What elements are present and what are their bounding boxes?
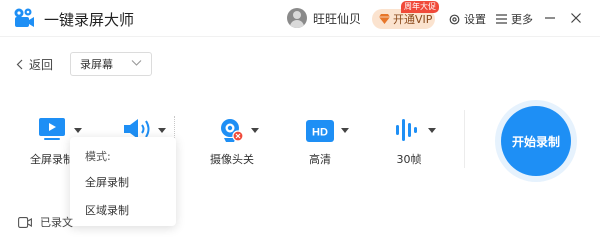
app-window: 一键录屏大师 旺旺仙贝 开通VIP 周年大促 设置 更多 返回 录屏幕 全屏录制… xyxy=(0,0,600,243)
menu-icon xyxy=(496,14,507,24)
hd-quality-icon: HD xyxy=(306,120,334,142)
username: 旺旺仙贝 xyxy=(313,11,362,26)
menu-heading: 模式: xyxy=(85,150,111,163)
menu-item-fullscreen[interactable]: 全屏录制 xyxy=(70,170,176,194)
quality-tool[interactable]: HD xyxy=(306,120,334,146)
record-mode-menu: 模式: 全屏录制 区域录制 xyxy=(70,137,176,226)
webcam-off-icon xyxy=(221,119,244,142)
chevron-down-icon xyxy=(131,60,142,66)
minimize-button[interactable] xyxy=(542,10,558,26)
diamond-icon xyxy=(379,14,390,24)
gear-icon xyxy=(449,14,460,24)
title-bar: 一键录屏大师 旺旺仙贝 开通VIP 周年大促 设置 更多 xyxy=(0,0,600,36)
app-title: 一键录屏大师 xyxy=(44,11,135,29)
webcam-label: 摄像头关 xyxy=(210,153,254,166)
framerate-tool[interactable] xyxy=(395,117,419,147)
title-divider xyxy=(0,36,600,37)
record-type-select[interactable]: 录屏幕 xyxy=(70,52,152,76)
more-label: 更多 xyxy=(511,13,533,26)
back-button[interactable]: 返回 xyxy=(16,56,53,73)
quality-label: 高清 xyxy=(309,153,331,166)
promo-badge: 周年大促 xyxy=(401,1,439,13)
framerate-icon xyxy=(396,119,417,141)
menu-item-region[interactable]: 区域录制 xyxy=(70,198,176,222)
close-icon xyxy=(571,13,581,23)
screen-record-icon xyxy=(39,118,65,140)
back-label: 返回 xyxy=(29,58,54,72)
audio-dropdown-icon[interactable] xyxy=(158,128,166,133)
minimize-icon xyxy=(545,17,555,19)
video-file-icon xyxy=(18,216,32,228)
recorded-files-link[interactable]: 已录文 xyxy=(18,214,73,230)
chevron-left-icon xyxy=(16,59,23,70)
record-type-value: 录屏幕 xyxy=(80,58,113,71)
more-button[interactable]: 更多 xyxy=(496,10,533,28)
settings-label: 设置 xyxy=(464,13,486,26)
framerate-label: 30帧 xyxy=(396,153,422,166)
recorded-files-label: 已录文 xyxy=(40,216,73,229)
avatar xyxy=(287,8,307,28)
svg-text:HD: HD xyxy=(312,127,328,139)
close-button[interactable] xyxy=(568,10,584,26)
screen-record-label: 全屏录制 xyxy=(30,153,74,166)
toolbar-divider xyxy=(464,110,465,168)
tool-divider xyxy=(174,116,175,138)
screen-record-tool[interactable] xyxy=(38,117,66,145)
start-record-button[interactable]: 开始录制 xyxy=(501,106,571,176)
app-logo-icon xyxy=(12,6,36,30)
settings-button[interactable]: 设置 xyxy=(449,10,486,28)
vip-label: 开通VIP xyxy=(393,13,433,26)
framerate-dropdown-icon[interactable] xyxy=(428,128,436,133)
quality-dropdown-icon[interactable] xyxy=(341,128,349,133)
screen-mode-dropdown-icon[interactable] xyxy=(74,128,82,133)
webcam-dropdown-icon[interactable] xyxy=(251,128,259,133)
webcam-tool[interactable] xyxy=(218,117,246,149)
user-profile[interactable]: 旺旺仙贝 xyxy=(287,8,361,28)
